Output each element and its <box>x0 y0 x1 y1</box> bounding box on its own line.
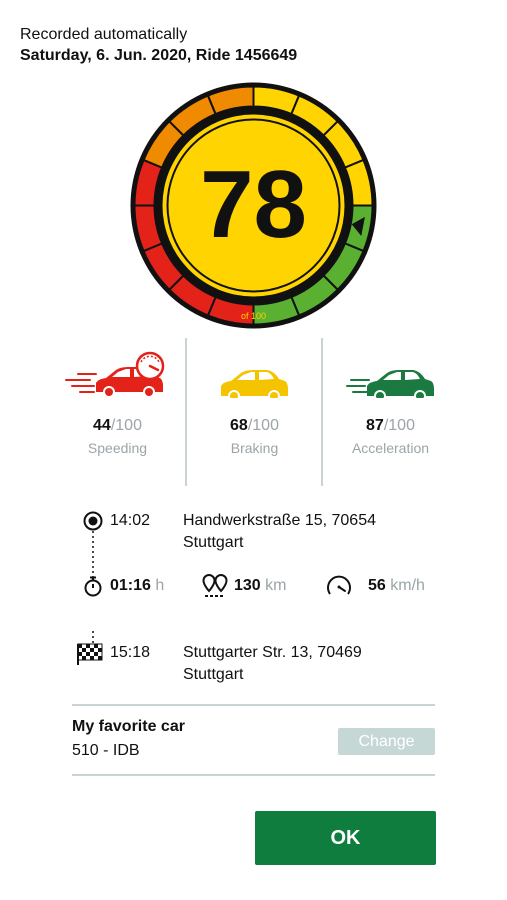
recorded-subtitle: Recorded automatically <box>20 26 188 43</box>
stat-braking: 68/100 Braking <box>187 338 322 486</box>
speeding-label: Speeding <box>87 440 148 456</box>
ok-button[interactable]: OK <box>255 811 436 865</box>
trip-avg-speed: 56 km/h <box>368 577 425 594</box>
finish-flag-icon <box>77 643 103 665</box>
braking-score: 68/100 <box>230 417 279 434</box>
acceleration-car-icon <box>346 370 434 398</box>
favorite-car: My favorite car 510 - IDB <box>72 718 185 760</box>
braking-car-icon <box>221 370 288 398</box>
distance-pins-icon <box>202 573 228 597</box>
change-car-button[interactable]: Change <box>338 728 435 755</box>
start-address: Handwerkstraße 15, 70654 Stuttgart <box>183 512 376 551</box>
end-time: 15:18 <box>110 644 151 661</box>
speeding-car-icon <box>65 351 165 398</box>
driving-stats: 44/100 Speeding 68/100 Braking 87/100 Ac… <box>50 338 456 486</box>
stat-speeding: 44/100 Speeding <box>50 338 185 486</box>
score-value: 78 <box>200 151 307 258</box>
stopwatch-icon <box>84 576 102 597</box>
stat-acceleration: 87/100 Acceleration <box>323 338 458 486</box>
end-address: Stuttgarter Str. 13, 70469 Stuttgart <box>183 644 362 683</box>
ride-header: Recorded automatically Saturday, 6. Jun.… <box>20 26 297 65</box>
trip-details: 14:02 Handwerkstraße 15, 70654 Stuttgart… <box>70 505 450 695</box>
braking-label: Braking <box>230 440 279 456</box>
speeding-score: 44/100 <box>93 417 142 434</box>
score-gauge: 78 of 100 <box>130 82 377 329</box>
trip-distance: 130 km <box>234 577 287 594</box>
divider-bottom <box>72 774 435 776</box>
acceleration-label: Acceleration <box>351 440 430 456</box>
acceleration-score: 87/100 <box>366 417 415 434</box>
trip-duration: 01:16 h <box>110 577 165 594</box>
start-point-icon <box>83 511 103 531</box>
divider-top <box>72 704 435 706</box>
ride-title: Saturday, 6. Jun. 2020, Ride 1456649 <box>20 47 298 64</box>
speedometer-icon <box>327 575 351 595</box>
start-time: 14:02 <box>110 512 151 529</box>
car-title: My favorite car <box>72 718 185 735</box>
score-of-label: of 100 <box>241 311 266 321</box>
car-plate: 510 - IDB <box>72 742 140 759</box>
